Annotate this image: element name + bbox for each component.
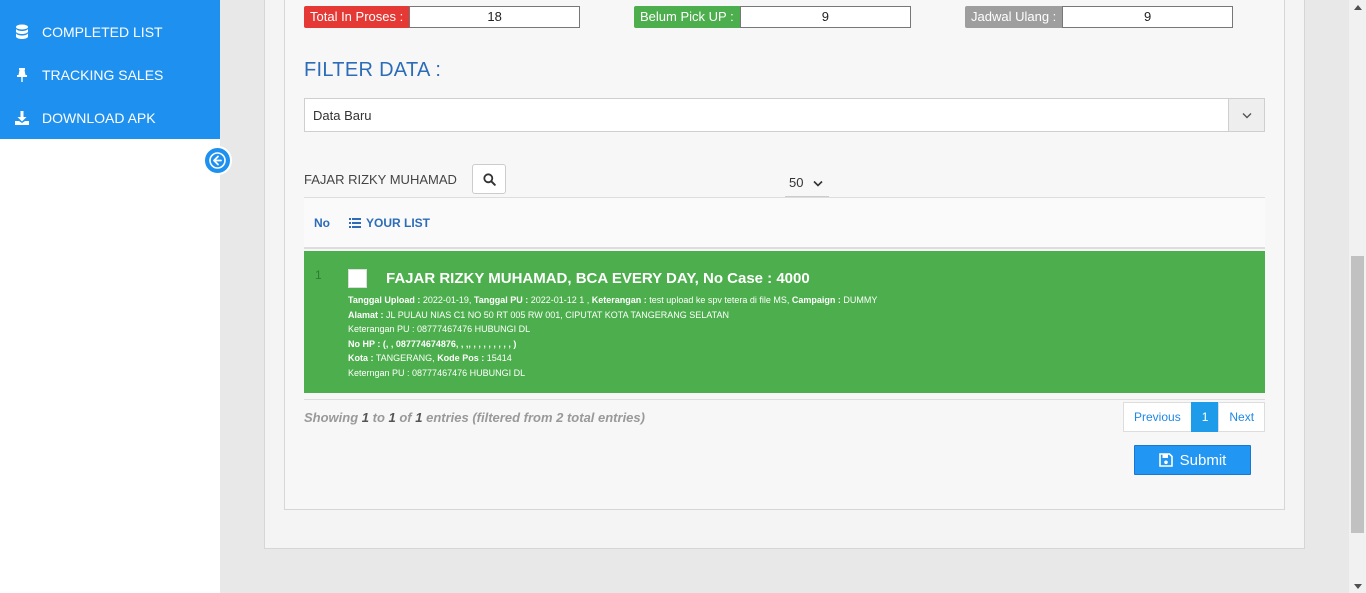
column-header-label: YOUR LIST <box>366 216 431 230</box>
stat-jadwal-ulang: Jadwal Ulang : 9 <box>965 6 1233 28</box>
stat-total-in-proses: Total In Proses : 18 <box>304 6 580 28</box>
stat-label: Total In Proses : <box>304 6 410 28</box>
column-header-no[interactable]: No <box>314 216 330 230</box>
row-detail-line: No HP : (, , 087774674876, , ,, , , , , … <box>348 338 517 349</box>
chevron-down-icon <box>1242 112 1251 118</box>
save-icon <box>1158 453 1173 467</box>
chevron-down-icon <box>813 175 824 190</box>
scroll-down-arrow[interactable] <box>1349 579 1366 593</box>
sidebar-item-label: DOWNLOAD APK <box>42 109 156 126</box>
filter-select-toggle[interactable] <box>1228 99 1264 131</box>
pagination-previous[interactable]: Previous <box>1123 402 1192 432</box>
page-length-select[interactable]: 50 <box>785 168 829 197</box>
stat-label: Belum Pick UP : <box>634 6 740 28</box>
pagination-page-1[interactable]: 1 <box>1190 402 1220 432</box>
row-detail-line: Keterngan PU : 08777467476 HUBUNGI DL <box>348 367 526 378</box>
filter-title: FILTER DATA : <box>304 59 442 81</box>
arrow-left-circle-icon <box>209 152 226 169</box>
sidebar-item-label: TRACKING SALES <box>42 66 164 83</box>
row-details: Tanggal Upload : 2022-01-19, Tanggal PU … <box>348 293 877 380</box>
page-scrollbar[interactable] <box>1349 0 1366 593</box>
database-icon <box>14 24 30 40</box>
page-length-value: 50 <box>789 174 804 190</box>
row-detail-line: Alamat : JL PULAU NIAS C1 NO 50 RT 005 R… <box>348 309 729 320</box>
search-button[interactable] <box>472 164 506 194</box>
scroll-up-arrow[interactable] <box>1349 0 1366 14</box>
list-icon <box>349 218 361 228</box>
stat-belum-pick-up: Belum Pick UP : 9 <box>634 6 911 28</box>
row-detail-line: Kota : TANGERANG, Kode Pos : 15414 <box>348 353 512 363</box>
sidebar: COMPLETED LIST TRACKING SALES DOWNLOAD A… <box>0 0 220 593</box>
stat-value: 18 <box>409 6 580 28</box>
filter-select-value: Data Baru <box>313 108 372 123</box>
sidebar-item-label: COMPLETED LIST <box>42 23 163 40</box>
sidebar-item-download-apk[interactable]: DOWNLOAD APK <box>0 96 220 139</box>
sidebar-menu: COMPLETED LIST TRACKING SALES DOWNLOAD A… <box>0 0 220 139</box>
pagination-next[interactable]: Next <box>1218 402 1266 432</box>
submit-label: Submit <box>1179 451 1227 469</box>
submit-button[interactable]: Submit <box>1134 445 1251 475</box>
collapse-sidebar-button[interactable] <box>203 146 232 175</box>
row-detail-line: Keterangan PU : 08777467476 HUBUNGI DL <box>348 324 531 334</box>
row-title: FAJAR RIZKY MUHAMAD, BCA EVERY DAY, No C… <box>386 270 810 287</box>
scrollbar-thumb[interactable] <box>1351 256 1364 533</box>
row-checkbox[interactable] <box>348 269 367 288</box>
sidebar-item-completed-list[interactable]: COMPLETED LIST <box>0 10 220 53</box>
divider <box>304 399 1265 400</box>
row-number: 1 <box>315 268 322 282</box>
column-header-your-list[interactable]: YOUR LIST <box>349 216 430 230</box>
download-icon <box>14 110 30 126</box>
search-input[interactable]: FAJAR RIZKY MUHAMAD <box>304 172 457 187</box>
pagination: Previous 1 Next <box>1123 402 1266 432</box>
stat-value: 9 <box>1062 6 1233 28</box>
table-row[interactable]: 1 FAJAR RIZKY MUHAMAD, BCA EVERY DAY, No… <box>304 251 1265 393</box>
table-header: No YOUR LIST <box>304 197 1265 249</box>
filter-select[interactable]: Data Baru <box>304 98 1265 132</box>
sidebar-item-tracking-sales[interactable]: TRACKING SALES <box>0 53 220 96</box>
row-detail-line: Tanggal Upload : 2022-01-19, Tanggal PU … <box>348 295 878 305</box>
table-info: Showing 1 to 1 of 1 entries (filtered fr… <box>304 410 645 425</box>
pin-icon <box>14 67 30 83</box>
stat-value: 9 <box>739 6 911 28</box>
stat-label: Jadwal Ulang : <box>965 6 1063 28</box>
search-icon <box>482 172 496 186</box>
